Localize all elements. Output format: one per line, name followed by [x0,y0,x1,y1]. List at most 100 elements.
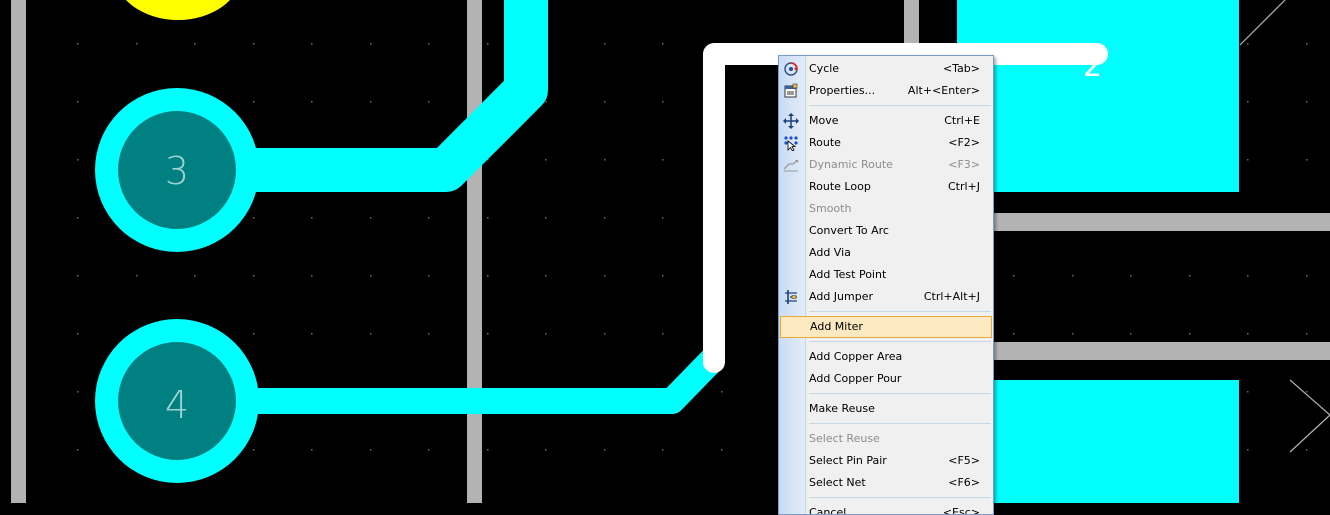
grid-dot [370,101,372,103]
cycle-icon [783,61,799,77]
trace-pad3[interactable] [218,0,548,192]
menu-item-add-miter[interactable]: Add Miter [780,316,992,338]
menu-item-shortcut: <Tab> [942,62,980,75]
menu-item-add-test-point[interactable]: Add Test Point [780,264,992,286]
grid-dot [604,217,606,219]
grid-dot [253,275,255,277]
grid-dot [311,43,313,45]
menu-item-label: Move [809,114,839,127]
menu-item-smooth[interactable]: Smooth [780,198,992,220]
grid-dot [428,101,430,103]
menu-item-label: Add Miter [810,320,863,333]
menu-item-select-pin-pair[interactable]: Select Pin Pair <F5> [780,450,992,472]
grid-dot [253,333,255,335]
grid-dot [662,333,664,335]
grid-dot [545,449,547,451]
menu-item-label: Make Reuse [809,402,875,415]
menu-item-shortcut: <F5> [948,454,980,467]
copper-pad-top-right[interactable] [957,0,1239,192]
grid-dot [1072,333,1074,335]
menu-item-label: Select Pin Pair [809,454,887,467]
menu-item-shortcut: <F6> [948,476,980,489]
menu-item-shortcut: Ctrl+J [947,180,980,193]
pad-3[interactable]: 3 [95,88,259,252]
pad-4[interactable]: 4 [95,319,259,483]
menu-separator [809,393,991,394]
menu-item-convert-to-arc[interactable]: Convert To Arc [780,220,992,242]
menu-item-route-loop[interactable]: Route Loop Ctrl+J [780,176,992,198]
menu-item-label: Route Loop [809,180,871,193]
menu-item-add-jumper[interactable]: Add Jumper Ctrl+Alt+J [780,286,992,308]
grid-dot [545,101,547,103]
menu-item-make-reuse[interactable]: Make Reuse [780,398,992,420]
grid-dot [370,43,372,45]
menu-separator [809,105,991,106]
menu-item-add-copper-pour[interactable]: Add Copper Pour [780,368,992,390]
menu-item-label: Select Net [809,476,866,489]
grid-dot [1306,333,1308,335]
grid-dot [77,159,79,161]
menu-item-add-copper-area[interactable]: Add Copper Area [780,346,992,368]
menu-separator [809,311,991,312]
menu-item-shortcut: Alt+<Enter> [907,84,980,97]
grid-dot [1247,449,1249,451]
silk-label: 2 [1083,49,1102,84]
menu-item-add-via[interactable]: Add Via [780,242,992,264]
grid-dot [662,43,664,45]
yellow-pad[interactable] [114,0,242,20]
menu-item-dynamic-route[interactable]: Dynamic Route <F3> [780,154,992,176]
grid-dot [604,449,606,451]
grid-dot [1013,275,1015,277]
grid-dot [136,43,138,45]
grid-dot [545,275,547,277]
dynamic-route-icon [783,157,799,173]
board-outline-h2 [994,342,1330,360]
grid-dot [428,449,430,451]
grid-dot [1072,275,1074,277]
menu-item-label: Route [809,136,841,149]
grid-dot [194,43,196,45]
grid-dot [428,217,430,219]
grid-dot [1306,449,1308,451]
copper-pad-bottom-right[interactable] [957,380,1239,503]
grid-dot [1130,333,1132,335]
pad-4-label: 4 [165,383,189,427]
grid-dot [1306,159,1308,161]
grid-dot [253,217,255,219]
outline-chevron-bottom [1289,379,1330,453]
grid-dot [136,275,138,277]
menu-item-label: Add Test Point [809,268,887,281]
menu-item-label: Cancel [809,506,847,515]
board-outline-mid [467,0,482,503]
grid-dot [604,333,606,335]
properties-icon [783,83,799,99]
grid-dot [1306,101,1308,103]
grid-dot [604,275,606,277]
grid-dot [1306,43,1308,45]
menu-item-route[interactable]: Route <F2> [780,132,992,154]
grid-dot [1013,333,1015,335]
menu-item-label: Add Copper Pour [809,372,902,385]
menu-item-select-reuse[interactable]: Select Reuse [780,428,992,450]
grid-dot [487,43,489,45]
menu-item-label: Cycle [809,62,840,75]
menu-item-label: Smooth [809,202,852,215]
grid-dot [253,43,255,45]
grid-dot [428,43,430,45]
outline-diagonal-top [1239,0,1286,46]
menu-item-cancel[interactable]: Cancel <Esc> [780,502,992,515]
grid-dot [662,449,664,451]
menu-item-move[interactable]: Move Ctrl+E [780,110,992,132]
menu-item-label: Add Jumper [809,290,873,303]
menu-item-select-net[interactable]: Select Net <F6> [780,472,992,494]
grid-dot [194,275,196,277]
menu-item-cycle[interactable]: Cycle <Tab> [780,58,992,80]
pad-3-label: 3 [165,149,189,193]
grid-dot [604,159,606,161]
menu-item-properties[interactable]: Properties... Alt+<Enter> [780,80,992,102]
grid-dot [662,217,664,219]
board-outline-left [11,0,26,503]
grid-dot [545,333,547,335]
pcb-canvas[interactable]: 3 4 2 [0,0,1330,503]
grid-dot [370,449,372,451]
